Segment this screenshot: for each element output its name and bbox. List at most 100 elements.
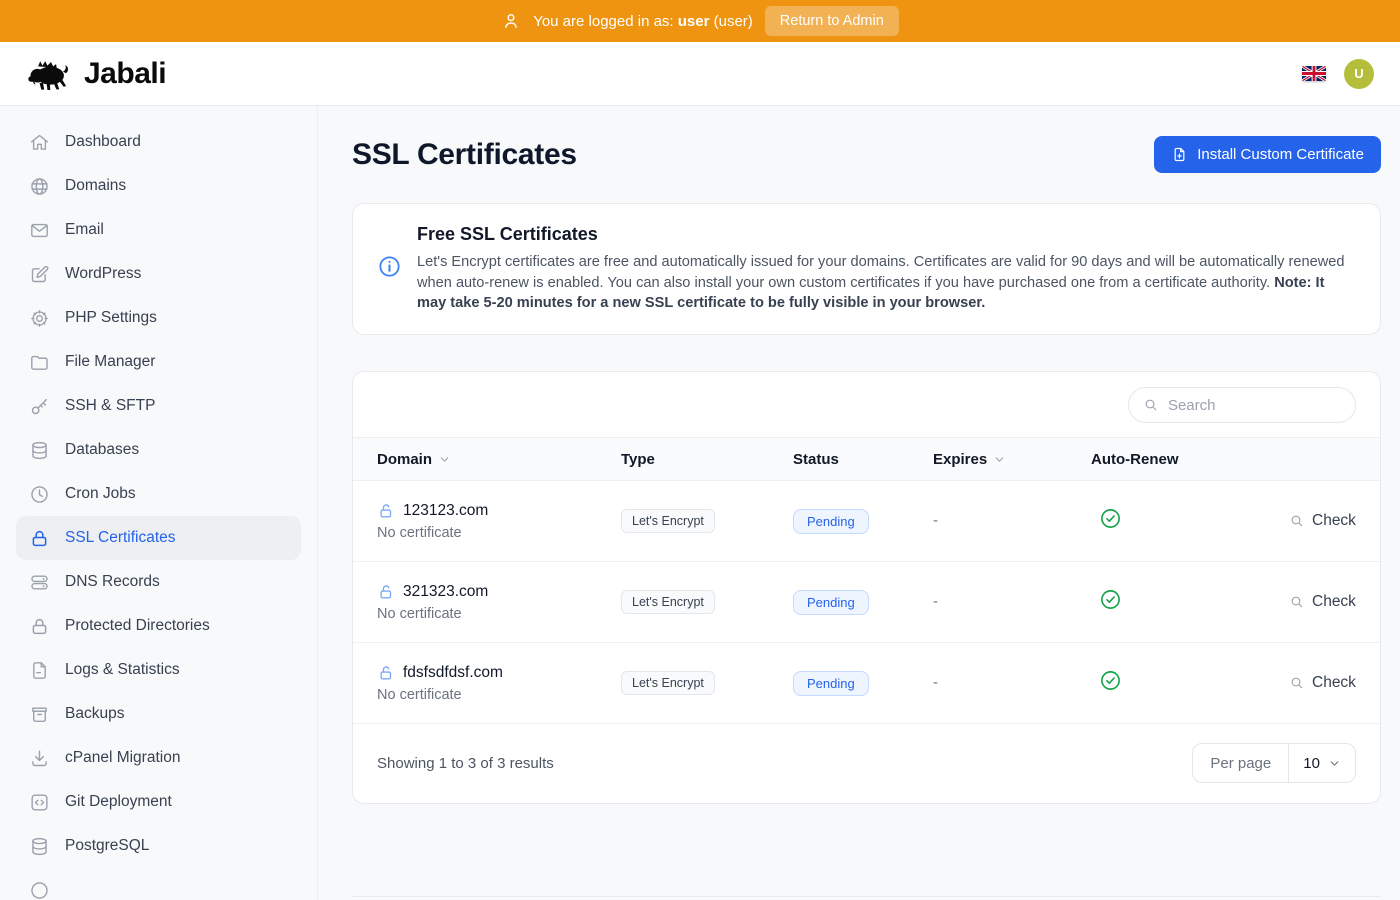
check-button[interactable]: Check (1289, 512, 1356, 530)
expires-value: - (933, 593, 938, 610)
home-icon (29, 132, 50, 153)
info-icon (377, 254, 402, 284)
type-badge: Let's Encrypt (621, 509, 715, 533)
sidebar-item-file-manager[interactable]: File Manager (16, 340, 301, 384)
check-button[interactable]: Check (1289, 674, 1356, 692)
info-box: Free SSL Certificates Let's Encrypt cert… (352, 203, 1381, 335)
sidebar-item-label: Logs & Statistics (65, 661, 180, 679)
column-header-auto-renew: Auto-Renew (1091, 451, 1289, 468)
lock-icon (29, 528, 50, 549)
sidebar-item-label: File Manager (65, 353, 155, 371)
impersonation-bar: You are logged in as: user (user) Return… (0, 0, 1400, 42)
sidebar-item-cron-jobs[interactable]: Cron Jobs (16, 472, 301, 516)
sidebar-item-label: PostgreSQL (65, 837, 149, 855)
sidebar-item-git-deployment[interactable]: Git Deployment (16, 780, 301, 824)
sidebar-item-cpanel-migration[interactable]: cPanel Migration (16, 736, 301, 780)
return-to-admin-button[interactable]: Return to Admin (765, 6, 899, 36)
sidebar-item-label: SSH & SFTP (65, 397, 155, 415)
check-circle-icon (1099, 507, 1122, 530)
domain-cell: 321323.com No certificate (377, 583, 621, 622)
sidebar-item-label: Protected Directories (65, 617, 210, 635)
certificate-status-sub: No certificate (377, 687, 621, 703)
sidebar-item-logs-statistics[interactable]: Logs & Statistics (16, 648, 301, 692)
domain-cell: fdsfsdfdsf.com No certificate (377, 664, 621, 703)
gear-icon (29, 308, 50, 329)
sidebar-item-backups[interactable]: Backups (16, 692, 301, 736)
sidebar-item-domains[interactable]: Domains (16, 164, 301, 208)
folder-icon (29, 352, 50, 373)
sidebar-item-ssl-certificates[interactable]: SSL Certificates (16, 516, 301, 560)
sidebar-item-php-settings[interactable]: PHP Settings (16, 296, 301, 340)
sidebar-item-databases[interactable]: Databases (16, 428, 301, 472)
chevron-down-icon (1328, 757, 1341, 770)
page-footer: Jabali Panel GitHub ↗ © 2026 Jabali v0.9… (352, 896, 1381, 900)
impersonation-message: You are logged in as: user (user) (533, 13, 753, 30)
sidebar: Dashboard Domains Email WordPress PHP Se… (0, 106, 318, 900)
check-circle-icon (1099, 588, 1122, 611)
sidebar-item-label: Backups (65, 705, 124, 723)
sidebar-item-dashboard[interactable]: Dashboard (16, 120, 301, 164)
database-icon (29, 440, 50, 461)
sidebar-item-ssh-sftp[interactable]: SSH & SFTP (16, 384, 301, 428)
unlocked-padlock-icon (377, 502, 395, 520)
sidebar-item-email[interactable]: Email (16, 208, 301, 252)
archive-icon (29, 704, 50, 725)
expires-value: - (933, 674, 938, 691)
chevron-down-icon (993, 453, 1006, 466)
table-header-row: Domain Type Status Expires Auto-Renew (353, 437, 1380, 481)
sidebar-item-label: WordPress (65, 265, 141, 283)
per-page-select[interactable]: Per page 10 (1192, 743, 1356, 783)
sidebar-item-label: Domains (65, 177, 126, 195)
auto-renew-toggle[interactable] (1091, 507, 1289, 535)
sidebar-item-label: Email (65, 221, 104, 239)
database-icon (29, 836, 50, 857)
search-box[interactable] (1128, 387, 1356, 423)
padlock-icon (29, 616, 50, 637)
magnifier-icon (1289, 513, 1305, 529)
brand-name: Jabali (84, 57, 166, 91)
column-header-type: Type (621, 451, 793, 468)
expires-value: - (933, 512, 938, 529)
auto-renew-toggle[interactable] (1091, 588, 1289, 616)
search-input[interactable] (1168, 397, 1341, 414)
auto-renew-toggle[interactable] (1091, 669, 1289, 697)
column-header-domain[interactable]: Domain (377, 451, 621, 468)
sidebar-item-label: cPanel Migration (65, 749, 180, 767)
sidebar-item-label: Dashboard (65, 133, 141, 151)
sidebar-item-wordpress[interactable]: WordPress (16, 252, 301, 296)
code-icon (29, 792, 50, 813)
certificates-table-card: Domain Type Status Expires Auto-Renew 12… (352, 371, 1381, 804)
status-badge: Pending (793, 590, 869, 615)
column-header-expires[interactable]: Expires (933, 451, 1091, 468)
magnifier-icon (1289, 594, 1305, 610)
info-box-title: Free SSL Certificates (417, 224, 1347, 245)
sidebar-item-label: PHP Settings (65, 309, 157, 327)
download-icon (29, 748, 50, 769)
sidebar-item-postgresql[interactable]: PostgreSQL (16, 824, 301, 868)
page-title: SSL Certificates (352, 138, 577, 172)
check-circle-icon (1099, 669, 1122, 692)
sidebar-item-label: Cron Jobs (65, 485, 136, 503)
brand[interactable]: Jabali (28, 56, 166, 91)
domain-name: 321323.com (403, 583, 488, 601)
globe-icon (29, 176, 50, 197)
unlocked-padlock-icon (377, 664, 395, 682)
language-flag-icon[interactable] (1302, 66, 1326, 81)
mail-icon (29, 220, 50, 241)
sidebar-item-protected-directories[interactable]: Protected Directories (16, 604, 301, 648)
results-summary: Showing 1 to 3 of 3 results (377, 755, 554, 772)
type-badge: Let's Encrypt (621, 671, 715, 695)
table-row: 321323.com No certificate Let's Encrypt … (353, 562, 1380, 643)
boar-logo-icon (28, 56, 74, 91)
sidebar-item-partial[interactable] (16, 868, 301, 900)
person-icon (501, 11, 521, 31)
check-button[interactable]: Check (1289, 593, 1356, 611)
sidebar-item-dns-records[interactable]: DNS Records (16, 560, 301, 604)
status-badge: Pending (793, 509, 869, 534)
sidebar-item-label: SSL Certificates (65, 529, 176, 547)
user-avatar[interactable]: U (1344, 59, 1374, 89)
install-custom-certificate-button[interactable]: Install Custom Certificate (1154, 136, 1381, 173)
certificate-status-sub: No certificate (377, 525, 621, 541)
table-row: 123123.com No certificate Let's Encrypt … (353, 481, 1380, 562)
sidebar-item-label: Git Deployment (65, 793, 172, 811)
